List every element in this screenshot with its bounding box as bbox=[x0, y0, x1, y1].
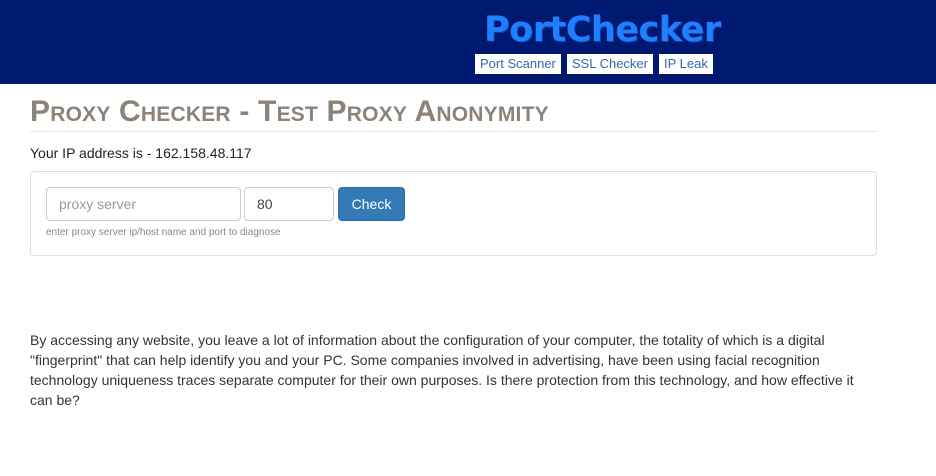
header-nav: Port Scanner SSL Checker IP Leak bbox=[475, 54, 713, 74]
nav-ip-leak[interactable]: IP Leak bbox=[658, 54, 713, 74]
proxy-check-panel: Check enter proxy server ip/host name an… bbox=[30, 171, 877, 256]
portchecker-logo[interactable]: PortChecker bbox=[484, 10, 721, 50]
site-header: PortChecker Port Scanner SSL Checker IP … bbox=[0, 0, 936, 84]
ip-address-text: Your IP address is - 162.158.48.117 bbox=[30, 145, 252, 161]
form-hint: enter proxy server ip/host name and port… bbox=[46, 227, 281, 238]
nav-port-scanner[interactable]: Port Scanner bbox=[475, 54, 561, 74]
proxy-server-input[interactable] bbox=[46, 187, 241, 221]
intro-paragraph: By accessing any website, you leave a lo… bbox=[30, 332, 854, 408]
port-input[interactable] bbox=[244, 187, 334, 221]
nav-ssl-checker[interactable]: SSL Checker bbox=[566, 54, 653, 74]
check-button[interactable]: Check bbox=[338, 187, 405, 221]
page-title: Proxy Checker - Test Proxy Anonymity bbox=[30, 96, 878, 132]
